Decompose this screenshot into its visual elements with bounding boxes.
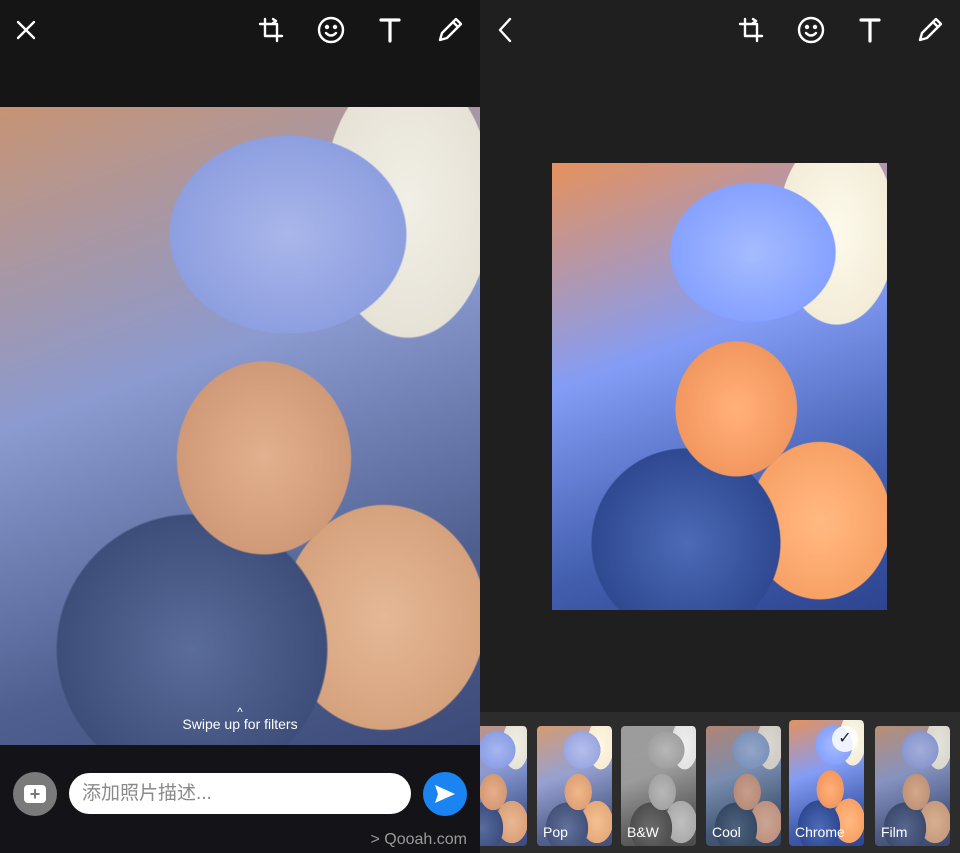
filter-thumb-image — [480, 726, 527, 846]
emoji-icon[interactable] — [793, 12, 829, 48]
filter-label: Chrome — [795, 824, 845, 840]
close-icon[interactable] — [8, 12, 44, 48]
filter-label: Cool — [712, 824, 741, 840]
filter-thumb[interactable]: Cool — [706, 726, 781, 846]
text-icon[interactable] — [372, 12, 408, 48]
filter-thumb[interactable]: ne — [480, 726, 527, 846]
watermark-text: Qooah.com — [384, 831, 467, 848]
watermark: > Qooah.com — [370, 831, 467, 848]
chevron-up-icon: ^ — [237, 705, 243, 719]
add-media-button[interactable]: + — [13, 772, 57, 816]
text-icon[interactable] — [852, 12, 888, 48]
emoji-icon[interactable] — [313, 12, 349, 48]
back-icon[interactable] — [488, 12, 524, 48]
filter-thumb[interactable]: B&W — [621, 726, 696, 846]
filter-thumb[interactable]: Film — [875, 726, 950, 846]
swipe-hint: ^ Swipe up for filters — [0, 705, 480, 732]
left-editor-screen: ^Swipe up for filters + > Qooah.com — [0, 0, 480, 853]
filter-thumb[interactable]: Chrome ✓ — [789, 720, 864, 846]
swipe-hint-text: Swipe up for filters — [182, 716, 298, 732]
right-filter-screen: ne Pop B&W Cool Chrome ✓ Film — [480, 0, 960, 853]
check-icon: ✓ — [832, 726, 858, 752]
filter-label: B&W — [627, 824, 659, 840]
photo-preview[interactable] — [0, 107, 480, 745]
filter-label: Film — [881, 824, 908, 840]
filter-thumb[interactable]: Pop — [537, 726, 612, 846]
crop-rotate-icon[interactable] — [253, 12, 289, 48]
crop-rotate-icon[interactable] — [733, 12, 769, 48]
pencil-icon[interactable] — [912, 12, 948, 48]
caption-input[interactable] — [69, 773, 411, 814]
filter-label: Pop — [543, 824, 568, 840]
pencil-icon[interactable] — [432, 12, 468, 48]
send-button[interactable] — [423, 772, 467, 816]
send-icon — [435, 785, 455, 803]
filtered-photo-preview — [552, 163, 887, 610]
filter-strip[interactable]: ne Pop B&W Cool Chrome ✓ Film — [480, 712, 960, 853]
add-media-icon: + — [24, 785, 46, 803]
